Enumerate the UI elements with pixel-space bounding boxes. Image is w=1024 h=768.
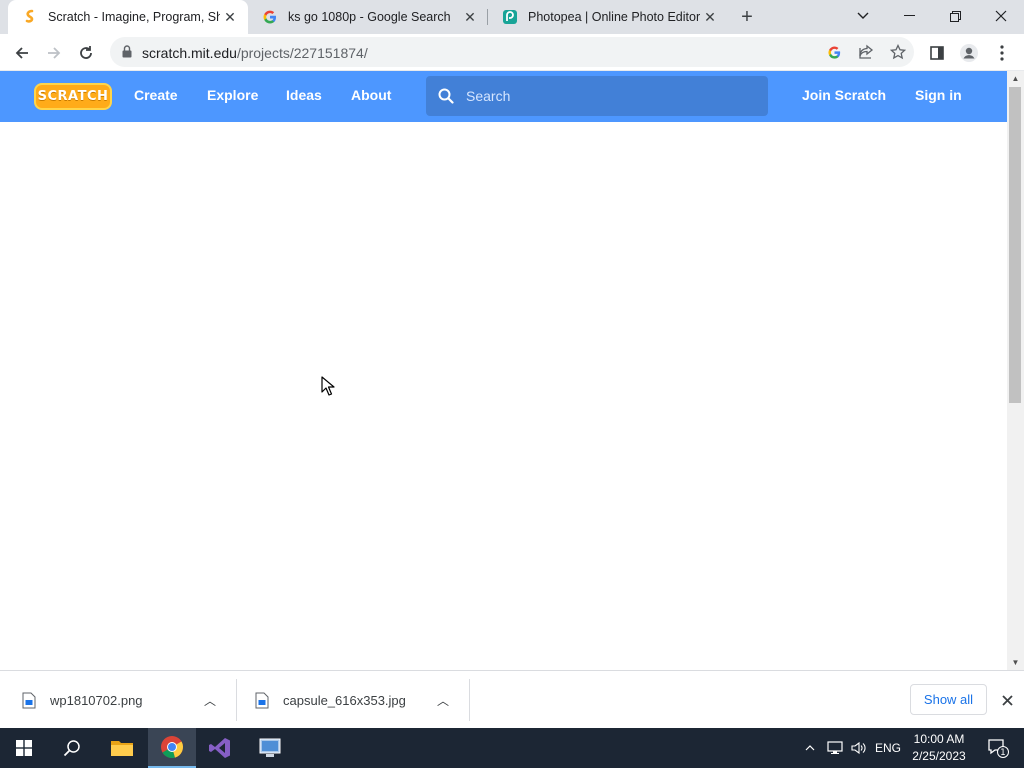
tab-close-icon[interactable]: ✕ [220,7,240,27]
close-window-icon[interactable] [978,0,1024,32]
nav-create[interactable]: Create [134,87,178,103]
download-item[interactable]: capsule_616x353.jpg ︿ [233,671,453,729]
back-arrow-icon[interactable] [9,40,35,66]
tab-title: Photopea | Online Photo Editor [528,10,700,24]
file-explorer-icon[interactable] [98,728,146,768]
page-scrollbar[interactable]: ▲ ▼ [1007,71,1024,670]
kebab-menu-icon[interactable] [991,42,1013,64]
sign-in-link[interactable]: Sign in [915,87,962,103]
tab-close-icon[interactable]: ✕ [460,7,480,27]
tab-scratch[interactable]: Scratch - Imagine, Program, Share ✕ [8,0,248,34]
scratch-search [426,76,768,116]
url-text: scratch.mit.edu/projects/227151874/ [142,45,368,61]
visual-studio-icon[interactable] [196,728,244,768]
nav-explore[interactable]: Explore [207,87,258,103]
chevron-up-icon[interactable]: ︿ [200,692,220,709]
scroll-down-arrow-icon[interactable]: ▼ [1007,655,1024,670]
tab-google-search[interactable]: ks go 1080p - Google Search ✕ [248,0,488,34]
bookmark-star-icon[interactable] [888,42,908,62]
tab-title: Scratch - Imagine, Program, Share [48,10,220,24]
desktop-app-icon[interactable] [246,728,294,768]
chevron-up-icon[interactable]: ︿ [433,692,453,709]
scratch-navbar: SCRATCH Create Explore Ideas About Join … [0,71,1007,122]
windows-start-icon[interactable] [0,728,48,768]
download-separator [469,679,470,721]
page-content-area [0,122,1007,670]
nav-ideas[interactable]: Ideas [286,87,322,103]
notification-count: 1 [1000,748,1005,758]
google-favicon-icon [262,9,278,25]
reload-icon[interactable] [73,40,99,66]
scratch-logo[interactable]: SCRATCH [34,83,112,110]
taskbar-search-icon[interactable] [48,728,96,768]
volume-icon[interactable] [848,728,870,768]
new-tab-plus-icon[interactable]: + [736,6,758,28]
image-file-icon [255,692,269,708]
profile-avatar-icon[interactable] [958,42,980,64]
download-filename: wp1810702.png [50,692,143,708]
join-scratch-link[interactable]: Join Scratch [802,87,886,103]
tab-search-chevron-icon[interactable] [840,0,886,32]
search-input[interactable] [466,86,756,106]
download-item[interactable]: wp1810702.png ︿ [0,671,220,729]
scroll-up-arrow-icon[interactable]: ▲ [1007,71,1024,86]
download-bar: wp1810702.png ︿ capsule_616x353.jpg ︿ Sh… [0,670,1024,728]
photopea-favicon-icon [502,9,518,25]
windows-taskbar: ENG 10:00 AM 2/25/2023 1 [0,728,1024,768]
google-translate-g-icon[interactable] [824,42,844,62]
mouse-cursor-icon [321,376,335,401]
search-icon [438,88,454,109]
browser-tab-strip: Scratch - Imagine, Program, Share ✕ ks g… [0,0,1024,34]
browser-toolbar: scratch.mit.edu/projects/227151874/ [0,34,1024,71]
minimize-icon[interactable] [886,0,932,32]
image-file-icon [22,692,36,708]
show-hidden-icons-chevron-icon[interactable] [800,728,820,768]
clock-time: 10:00 AM [913,732,965,746]
download-filename: capsule_616x353.jpg [283,692,406,708]
side-panel-icon[interactable] [926,42,948,64]
address-bar[interactable]: scratch.mit.edu/projects/227151874/ [110,37,914,67]
clock-date: 2/25/2023 [912,749,966,763]
tab-title: ks go 1080p - Google Search [288,10,451,24]
system-clock[interactable]: 10:00 AM 2/25/2023 [906,731,972,765]
lock-icon [122,45,132,63]
restore-icon[interactable] [932,0,978,32]
scratch-favicon-icon [22,9,38,25]
tab-photopea[interactable]: Photopea | Online Photo Editor ✕ [488,0,728,34]
chrome-icon[interactable] [148,728,196,768]
nav-about[interactable]: About [351,87,391,103]
tab-close-icon[interactable]: ✕ [700,7,720,27]
language-indicator[interactable]: ENG [872,728,904,768]
close-download-bar-icon[interactable] [997,690,1017,710]
forward-arrow-icon[interactable] [41,40,67,66]
scrollbar-thumb[interactable] [1009,87,1021,403]
notification-center-icon[interactable]: 1 [978,728,1018,768]
show-all-button[interactable]: Show all [910,684,987,715]
network-icon[interactable] [824,728,846,768]
share-icon[interactable] [856,42,876,62]
